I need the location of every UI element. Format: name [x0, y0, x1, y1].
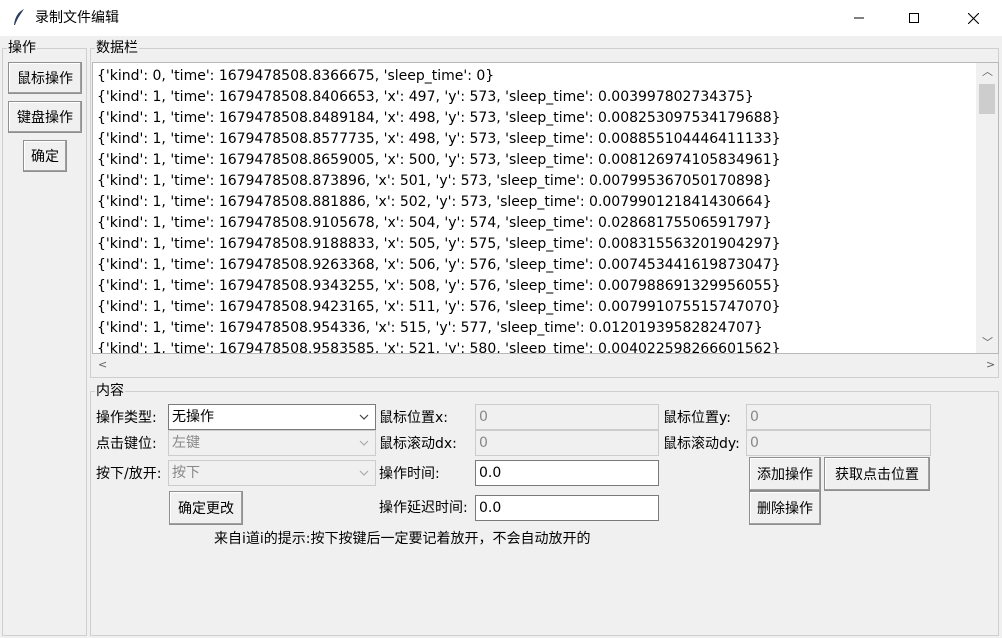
click-key-select[interactable]: 左键: [168, 430, 376, 456]
mouse-y-field[interactable]: 0: [746, 404, 931, 430]
operation-frame: [2, 48, 87, 636]
content-frame-label: 内容: [95, 383, 125, 399]
scroll-left-icon[interactable]: <: [98, 359, 107, 371]
list-item[interactable]: {'kind': 1, 'time': 1679478508.8577735, …: [97, 129, 977, 150]
scroll-dy-field[interactable]: 0: [746, 430, 931, 456]
operation-frame-label: 操作: [7, 40, 37, 56]
scroll-up-icon[interactable]: ︿: [982, 66, 993, 78]
click-key-label: 点击键位:: [96, 436, 157, 452]
mouse-x-field[interactable]: 0: [475, 404, 659, 430]
list-item[interactable]: {'kind': 0, 'time': 1679478508.8366675, …: [97, 66, 977, 87]
vertical-scrollbar[interactable]: ︿ ﹀: [976, 63, 998, 353]
window-title: 录制文件编辑: [35, 10, 119, 26]
vertical-scroll-thumb[interactable]: [979, 84, 995, 114]
close-button[interactable]: [950, 0, 996, 36]
press-release-label: 按下/放开:: [96, 466, 162, 482]
data-listbox[interactable]: {'kind': 0, 'time': 1679478508.8366675, …: [92, 62, 999, 354]
op-type-select[interactable]: 无操作: [168, 404, 376, 430]
hint-text: 来自i道i的提示:按下按键后一定要记着放开，不会自动放开的: [214, 531, 591, 547]
list-item[interactable]: {'kind': 1, 'time': 1679478508.9263368, …: [97, 255, 977, 276]
chevron-down-icon: [359, 414, 369, 420]
scroll-dx-label: 鼠标滚动dx:: [379, 436, 457, 452]
add-operation-button[interactable]: 添加操作: [749, 457, 821, 491]
scroll-right-icon[interactable]: >: [986, 359, 995, 371]
maximize-button[interactable]: [891, 0, 937, 36]
op-time-label: 操作时间:: [379, 466, 440, 482]
keyboard-operation-button[interactable]: 键盘操作: [8, 101, 82, 133]
minimize-button[interactable]: [836, 0, 882, 36]
mouse-y-label: 鼠标位置y:: [663, 410, 731, 426]
list-item[interactable]: {'kind': 1, 'time': 1679478508.8406653, …: [97, 87, 977, 108]
list-item[interactable]: {'kind': 1, 'time': 1679478508.9583585, …: [97, 339, 977, 353]
list-item[interactable]: {'kind': 1, 'time': 1679478508.9423165, …: [97, 297, 977, 318]
list-item[interactable]: {'kind': 1, 'time': 1679478508.9343255, …: [97, 276, 977, 297]
press-release-select[interactable]: 按下: [168, 460, 376, 486]
chevron-down-icon: [359, 470, 369, 476]
op-delay-field[interactable]: 0.0: [475, 495, 659, 521]
delete-operation-button[interactable]: 删除操作: [749, 491, 821, 525]
minimize-icon: [854, 17, 864, 19]
list-item[interactable]: {'kind': 1, 'time': 1679478508.8659005, …: [97, 150, 977, 171]
confirm-button[interactable]: 确定: [23, 140, 67, 172]
mouse-operation-button[interactable]: 鼠标操作: [8, 62, 82, 94]
chevron-down-icon: [359, 440, 369, 446]
list-item[interactable]: {'kind': 1, 'time': 1679478508.9188833, …: [97, 234, 977, 255]
maximize-icon: [909, 13, 919, 23]
close-icon: [967, 12, 979, 24]
op-time-field[interactable]: 0.0: [475, 460, 659, 486]
list-item[interactable]: {'kind': 1, 'time': 1679478508.8489184, …: [97, 108, 977, 129]
press-release-value: 按下: [172, 465, 200, 481]
list-item[interactable]: {'kind': 1, 'time': 1679478508.954336, '…: [97, 318, 977, 339]
op-type-value: 无操作: [172, 409, 214, 425]
op-delay-label: 操作延迟时间:: [379, 500, 468, 516]
scroll-down-icon[interactable]: ﹀: [982, 337, 993, 349]
data-frame-label: 数据栏: [95, 40, 139, 56]
list-item[interactable]: {'kind': 1, 'time': 1679478508.873896, '…: [97, 171, 977, 192]
op-type-label: 操作类型:: [96, 410, 157, 426]
confirm-change-button[interactable]: 确定更改: [169, 491, 243, 525]
data-list: {'kind': 0, 'time': 1679478508.8366675, …: [97, 66, 977, 353]
scroll-dy-label: 鼠标滚动dy:: [663, 436, 740, 452]
mouse-x-label: 鼠标位置x:: [379, 410, 449, 426]
feather-icon: [12, 9, 26, 27]
list-item[interactable]: {'kind': 1, 'time': 1679478508.881886, '…: [97, 192, 977, 213]
click-key-value: 左键: [172, 435, 200, 451]
title-bar: 录制文件编辑: [0, 0, 1002, 36]
list-item[interactable]: {'kind': 1, 'time': 1679478508.9105678, …: [97, 213, 977, 234]
scroll-dx-field[interactable]: 0: [475, 430, 659, 456]
get-click-position-button[interactable]: 获取点击位置: [824, 457, 930, 491]
horizontal-scrollbar[interactable]: < >: [92, 354, 995, 376]
